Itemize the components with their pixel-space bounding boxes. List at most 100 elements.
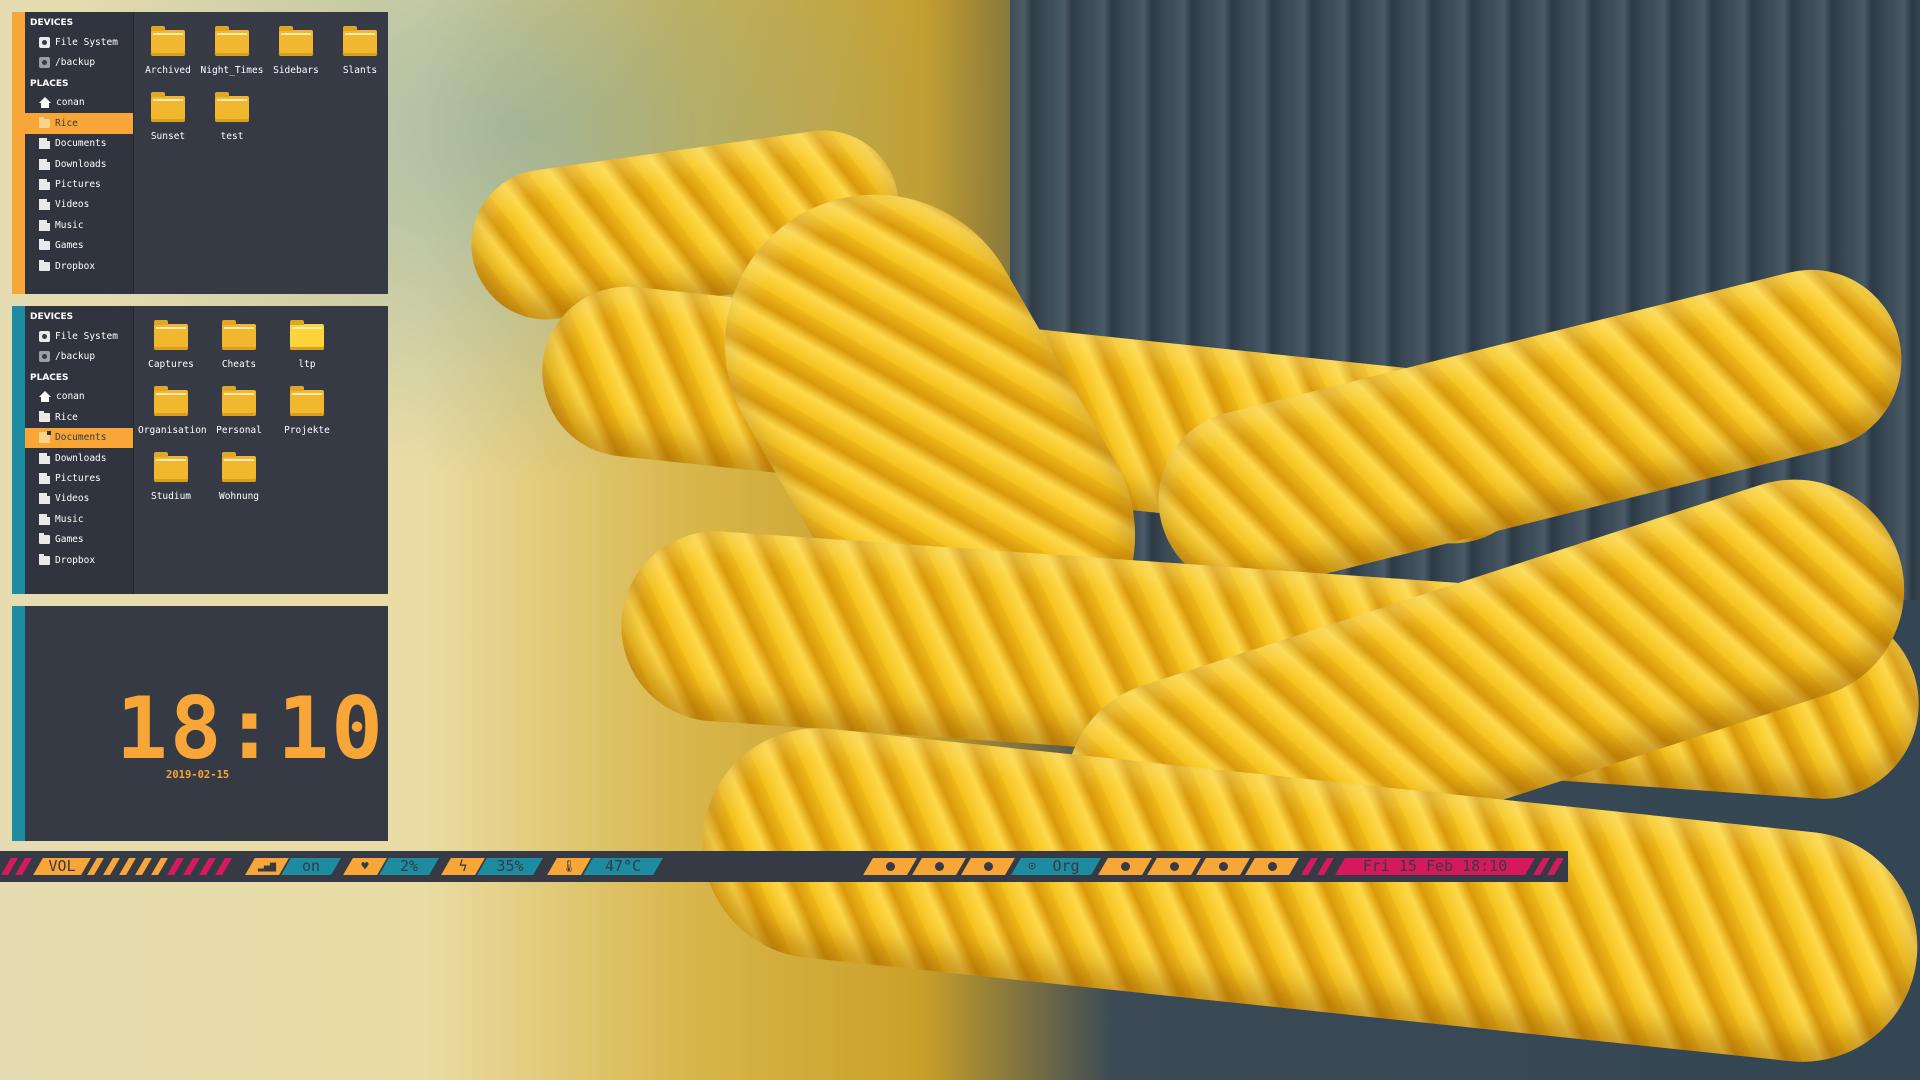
sidebar-item-label: Pictures: [55, 473, 101, 485]
folder-icon: [290, 386, 324, 416]
window-accent-stripe: [12, 606, 25, 841]
sidebar-item-music[interactable]: Music: [25, 509, 133, 529]
sidebar-item-backup[interactable]: /backup: [25, 52, 133, 72]
sidebar-item-label: Documents: [55, 138, 107, 150]
sidebar-item-label: /backup: [55, 57, 96, 69]
videos-icon: [39, 198, 51, 211]
battery-value[interactable]: 35%: [482, 858, 538, 875]
sidebar-item-label: Videos: [55, 199, 90, 211]
volume-level-stripe: [151, 858, 168, 875]
sidebar-item-label: Downloads: [55, 158, 107, 170]
downloads-icon: [39, 451, 51, 464]
folder-icon: [151, 26, 185, 56]
folder-label: Projekte: [284, 425, 330, 436]
folder-item[interactable]: Captures: [138, 320, 204, 370]
drive-icon: [39, 351, 50, 363]
sidebar-item-documents[interactable]: Documents: [25, 427, 133, 448]
home-icon: [39, 390, 51, 402]
datetime-label[interactable]: Fri 15 Feb 18:10: [1340, 858, 1530, 875]
folder-item[interactable]: Slants: [327, 26, 393, 76]
drive-icon: [39, 57, 50, 69]
folder-icon: [343, 26, 377, 56]
sidebar-item-downloads[interactable]: Downloads: [25, 154, 133, 174]
volume-level-stripe: [87, 858, 104, 875]
folder-item[interactable]: Organisation: [138, 386, 207, 436]
volume-level-stripe: [135, 858, 152, 875]
folder-item[interactable]: Archived: [135, 26, 201, 76]
folder-item[interactable]: Sunset: [135, 92, 201, 142]
sidebar-item-label: conan: [56, 391, 85, 403]
sidebar-item-games[interactable]: Games: [25, 236, 133, 256]
folder-item[interactable]: ltp: [274, 320, 340, 370]
folder-icon: [215, 26, 249, 56]
folder-item[interactable]: Studium: [138, 452, 204, 502]
folder-icon: [154, 320, 188, 350]
sidebar-item-videos[interactable]: Videos: [25, 489, 133, 509]
folder-item[interactable]: test: [199, 92, 265, 142]
sidebar-item-backup[interactable]: /backup: [25, 346, 133, 366]
folder-label: Personal: [216, 425, 262, 436]
sidebar-item-file-system[interactable]: File System: [25, 326, 133, 346]
volume-level-stripe: [167, 858, 184, 875]
sidebar-item-rice[interactable]: Rice: [25, 113, 133, 134]
sidebar-item-music[interactable]: Music: [25, 215, 133, 235]
sidebar-item-rice[interactable]: Rice: [25, 407, 133, 427]
workspace-dot-icon: [1170, 862, 1179, 871]
sidebar-item-pictures[interactable]: Pictures: [25, 174, 133, 194]
cpu-value[interactable]: 2%: [384, 858, 434, 875]
sidebar-item-file-system[interactable]: File System: [25, 32, 133, 52]
sidebar: DEVICES File System/backup PLACES conan Rice…: [25, 12, 134, 294]
wifi-value[interactable]: on: [286, 858, 336, 875]
folder-item[interactable]: Cheats: [206, 320, 272, 370]
status-bar: VOL ▂▄▆ on ♥ 2% ϟ 35% 🌡 47°C ⊙ Org Fri 1…: [0, 851, 1568, 882]
volume-label[interactable]: VOL: [38, 858, 86, 875]
sidebar-item-pictures[interactable]: Pictures: [25, 468, 133, 488]
downloads-icon: [39, 157, 51, 170]
folder-label: Studium: [150, 491, 192, 502]
folder-label: Wohnung: [218, 491, 260, 502]
folder-item[interactable]: Projekte: [274, 386, 340, 436]
folder-item[interactable]: Wohnung: [206, 452, 272, 502]
workspace-dot-icon: [984, 862, 993, 871]
sidebar-item-label: conan: [56, 97, 85, 109]
workspace-dot-icon: [1268, 862, 1277, 871]
sidebar-item-label: Rice: [55, 411, 78, 423]
sidebar-item-dropbox[interactable]: Dropbox: [25, 550, 133, 570]
sidebar-item-label: Documents: [55, 432, 107, 444]
sidebar-item-label: Pictures: [55, 179, 101, 191]
folder-icon: [39, 410, 50, 422]
drive-icon: [39, 36, 50, 48]
sidebar-item-downloads[interactable]: Downloads: [25, 448, 133, 468]
decor-stripe: [1317, 858, 1334, 875]
volume-level-stripe: [103, 858, 120, 875]
temperature-value[interactable]: 47°C: [588, 858, 658, 875]
active-workspace-label[interactable]: Org: [1044, 858, 1088, 875]
sidebar-item-dropbox[interactable]: Dropbox: [25, 256, 133, 276]
documents-icon: [39, 137, 51, 150]
sidebar-item-conan[interactable]: conan: [25, 387, 133, 407]
sidebar-item-documents[interactable]: Documents: [25, 134, 133, 154]
sidebar-item-label: Videos: [55, 493, 90, 505]
workspace-dot-icon: [1121, 862, 1130, 871]
folder-item[interactable]: Personal: [206, 386, 272, 436]
sidebar-item-games[interactable]: Games: [25, 530, 133, 550]
folder-icon: [39, 239, 50, 251]
folder-icon: [154, 452, 188, 482]
sidebar-item-label: Dropbox: [55, 554, 96, 566]
sidebar-item-label: File System: [55, 36, 118, 48]
sidebar-item-label: Dropbox: [55, 260, 96, 272]
folder-item[interactable]: Sidebars: [263, 26, 329, 76]
window-accent-stripe: [12, 12, 25, 294]
music-icon: [39, 218, 51, 231]
section-header: PLACES: [30, 78, 69, 89]
workspace-dot-icon: [886, 862, 895, 871]
folder-icon: [39, 116, 50, 128]
section-header: DEVICES: [30, 18, 74, 28]
folder-label: Captures: [148, 359, 194, 370]
sidebar-item-label: Music: [55, 513, 84, 525]
folder-icon: [39, 533, 50, 545]
file-manager-window-documents: DEVICES File System/backup PLACES conan Rice…: [12, 306, 388, 594]
sidebar-item-videos[interactable]: Videos: [25, 195, 133, 215]
sidebar-item-conan[interactable]: conan: [25, 93, 133, 113]
folder-item[interactable]: Night_Times: [199, 26, 265, 76]
